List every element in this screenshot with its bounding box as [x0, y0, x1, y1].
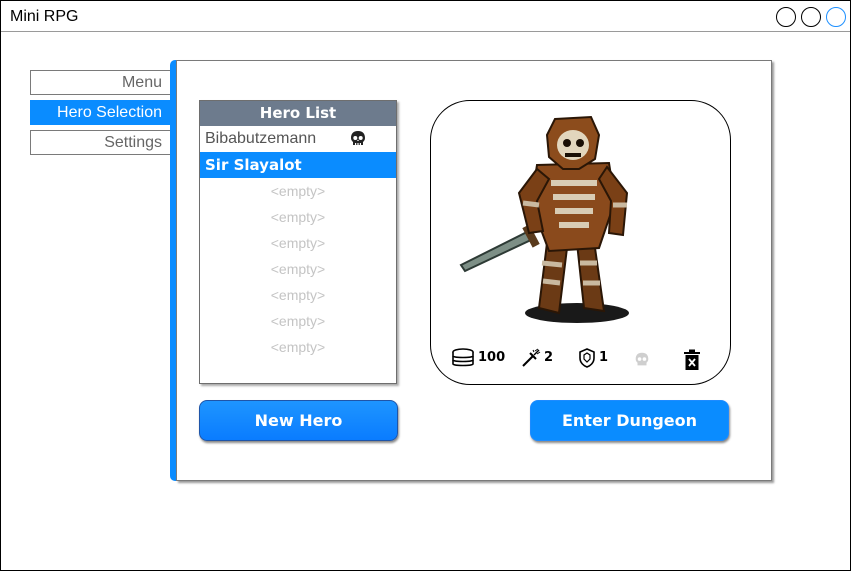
window-button-close[interactable] — [826, 7, 846, 27]
armor-value: 1 — [599, 350, 609, 365]
enter-dungeon-button[interactable]: Enter Dungeon — [530, 400, 729, 441]
gold-stat: 100 — [451, 347, 505, 369]
weapon-value: 2 — [544, 350, 554, 365]
weapon-stat: 2 — [521, 347, 553, 369]
new-hero-button[interactable]: New Hero — [199, 400, 398, 441]
trash-icon[interactable] — [682, 349, 702, 371]
hero-list-item-empty[interactable]: <empty> — [200, 334, 396, 360]
hero-list-item-empty[interactable]: <empty> — [200, 204, 396, 230]
hero-portrait-card: 100 2 1 — [430, 100, 731, 385]
window-button-minimize[interactable] — [776, 7, 796, 27]
hero-list-item-selected[interactable]: Sir Slayalot — [200, 152, 396, 178]
sword-icon — [522, 348, 541, 367]
hero-list-item-empty[interactable]: <empty> — [200, 282, 396, 308]
window-title: Mini RPG — [10, 8, 79, 25]
nav-item-settings[interactable]: Settings — [30, 130, 171, 155]
title-bar: Mini RPG — [1, 1, 850, 32]
skull-icon — [351, 131, 365, 145]
skull-icon[interactable] — [633, 351, 651, 369]
hero-list-item-empty[interactable]: <empty> — [200, 256, 396, 282]
window-button-maximize[interactable] — [801, 7, 821, 27]
hero-portrait-image — [459, 115, 629, 323]
hero-list-item-empty[interactable]: <empty> — [200, 178, 396, 204]
gold-value: 100 — [478, 350, 506, 365]
hero-name: Bibabutzemann — [205, 130, 317, 147]
coins-icon — [452, 348, 474, 367]
shield-icon — [579, 348, 595, 368]
hero-list-title: Hero List — [200, 101, 396, 126]
hero-list-item[interactable]: Bibabutzemann — [200, 126, 396, 152]
armor-stat: 1 — [578, 347, 608, 369]
hero-list: Hero List Bibabutzemann Sir Slayalot <em… — [199, 100, 397, 384]
hero-list-item-empty[interactable]: <empty> — [200, 308, 396, 334]
nav-item-hero-selection[interactable]: Hero Selection — [30, 100, 171, 125]
hero-list-item-empty[interactable]: <empty> — [200, 230, 396, 256]
nav-item-menu[interactable]: Menu — [30, 70, 171, 95]
